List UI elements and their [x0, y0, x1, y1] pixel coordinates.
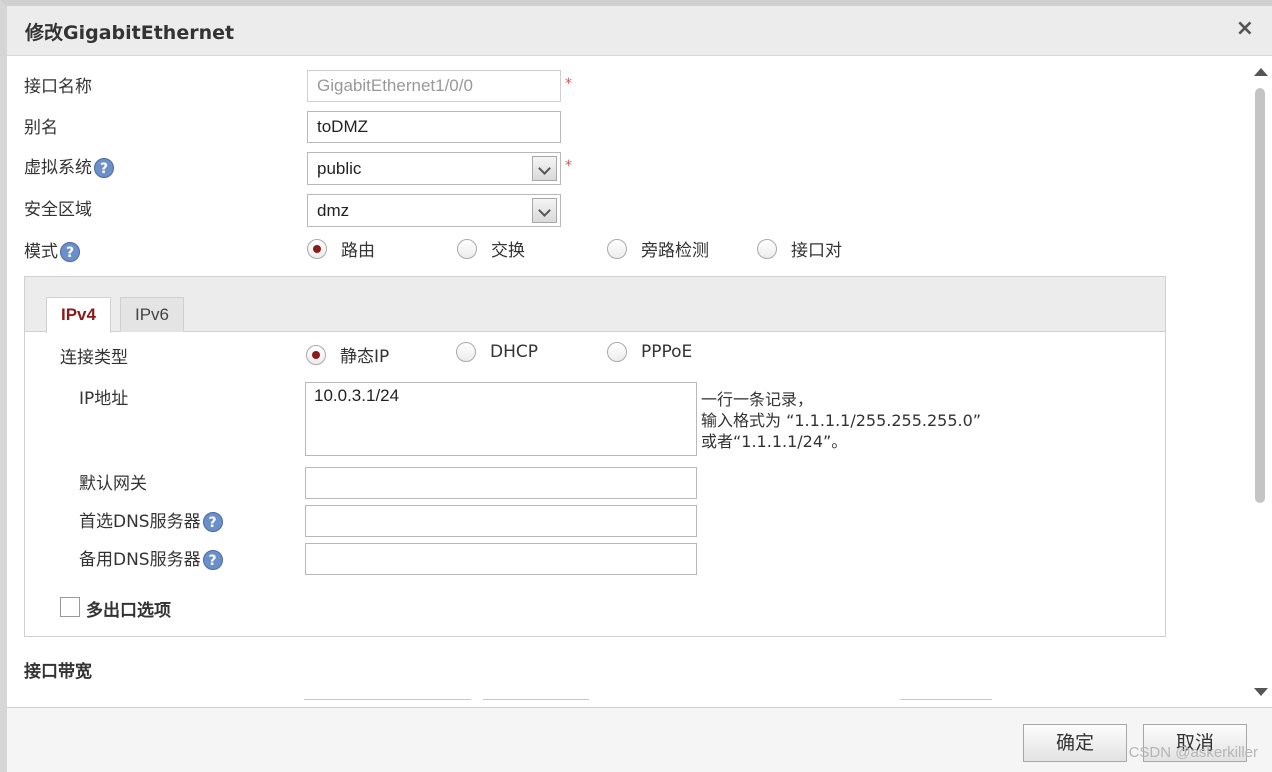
scroll-up-icon[interactable] [1254, 68, 1268, 76]
required-mark: * [565, 158, 572, 174]
mode-radio-switch[interactable]: 交换 [457, 236, 525, 261]
ip-hint-line2: 输入格式为 “1.1.1.1/255.255.255.0” [701, 411, 982, 430]
tab-ipv4[interactable]: IPv4 [46, 297, 111, 333]
ip-tabbar: IPv4 IPv6 [25, 277, 1165, 333]
radio-icon [306, 344, 326, 365]
scroll-thumb[interactable] [1255, 88, 1265, 503]
dns2-label-text: 备用DNS服务器 [79, 550, 201, 570]
conn-option-label: DHCP [490, 342, 538, 362]
mode-label: 模式? [24, 237, 80, 262]
chevron-down-icon[interactable] [532, 156, 557, 181]
interface-name-label: 接口名称 [24, 77, 92, 97]
help-icon[interactable]: ? [60, 242, 80, 262]
gateway-label: 默认网关 [79, 474, 147, 494]
close-icon[interactable]: × [1236, 18, 1254, 40]
dns1-input[interactable] [305, 505, 697, 537]
mode-label-text: 模式 [24, 242, 58, 262]
dns1-label: 首选DNS服务器? [79, 507, 223, 532]
required-mark: * [565, 76, 572, 92]
multi-exit-checkbox[interactable] [60, 597, 80, 617]
conn-option-label: PPPoE [641, 342, 693, 362]
dns1-label-text: 首选DNS服务器 [79, 512, 201, 532]
scroll-down-icon[interactable] [1254, 688, 1268, 696]
mode-option-label: 路由 [341, 241, 375, 261]
help-icon[interactable]: ? [94, 158, 114, 178]
ip-address-label: IP地址 [79, 389, 129, 409]
radio-icon [307, 238, 327, 259]
tab-ipv6[interactable]: IPv6 [120, 297, 185, 332]
ip-hint-line3: 或者“1.1.1.1/24”。 [701, 432, 848, 451]
interface-name-field: GigabitEthernet1/0/0 [307, 70, 561, 102]
zone-select-value: dmz [317, 201, 350, 220]
edit-interface-dialog: 修改GigabitEthernet × 接口名称 GigabitEthernet… [0, 0, 1272, 772]
help-icon[interactable]: ? [202, 550, 223, 570]
bandwidth-field-edge [304, 699, 471, 700]
bandwidth-section-title: 接口带宽 [24, 662, 92, 682]
alias-input[interactable]: toDMZ [307, 111, 561, 143]
mode-option-label: 交换 [491, 241, 525, 261]
vertical-scrollbar[interactable] [1254, 68, 1268, 696]
mode-radio-route[interactable]: 路由 [307, 236, 375, 261]
chevron-down-icon[interactable] [532, 198, 557, 223]
gateway-input[interactable] [305, 467, 697, 499]
conn-type-label: 连接类型 [60, 348, 128, 368]
dialog-title: 修改GigabitEthernet [25, 22, 235, 44]
radio-icon [456, 342, 476, 362]
ip-address-textarea[interactable]: 10.0.3.1/24 [305, 382, 697, 456]
help-icon[interactable]: ? [202, 512, 223, 532]
zone-select[interactable]: dmz [307, 194, 561, 227]
mode-radio-pair[interactable]: 接口对 [757, 236, 842, 261]
conn-radio-dhcp[interactable]: DHCP [456, 342, 538, 362]
alias-label: 别名 [24, 118, 58, 138]
bandwidth-field-edge [483, 699, 589, 700]
bandwidth-field-edge [900, 699, 992, 700]
vsys-label-text: 虚拟系统 [24, 158, 92, 178]
radio-icon [457, 238, 477, 259]
mode-radio-bypass[interactable]: 旁路检测 [607, 236, 709, 261]
dns2-input[interactable] [305, 543, 697, 575]
mode-option-label: 接口对 [791, 241, 842, 261]
ip-hint-line1: 一行一条记录， [701, 390, 814, 409]
ip-settings-panel: IPv4 IPv6 连接类型 静态IP DHCP PPPoE IP地址 10.0… [24, 276, 1166, 637]
conn-radio-pppoe[interactable]: PPPoE [607, 342, 692, 362]
radio-icon [607, 238, 627, 259]
vsys-select-value: public [317, 159, 362, 178]
vsys-select[interactable]: public [307, 152, 561, 185]
multi-exit-label: 多出口选项 [86, 601, 171, 621]
conn-radio-static[interactable]: 静态IP [306, 342, 389, 367]
mode-option-label: 旁路检测 [641, 241, 709, 261]
radio-icon [607, 342, 627, 362]
watermark: CSDN @askerkiller [1128, 744, 1258, 761]
ok-button[interactable]: 确定 [1023, 724, 1127, 762]
dns2-label: 备用DNS服务器? [79, 545, 223, 570]
conn-option-label: 静态IP [340, 347, 390, 367]
dialog-footer: 确定 取消 [7, 707, 1272, 772]
dialog-titlebar: 修改GigabitEthernet × [7, 6, 1272, 56]
zone-label: 安全区域 [24, 200, 92, 220]
radio-icon [757, 238, 777, 259]
vsys-label: 虚拟系统? [24, 153, 114, 178]
